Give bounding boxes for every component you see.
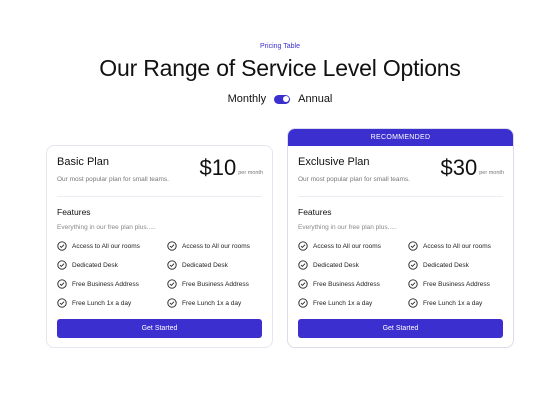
feature-item: Dedicated Desk xyxy=(298,260,408,270)
feature-list: Access to All our rooms Access to All ou… xyxy=(57,241,262,308)
get-started-button[interactable]: Get Started xyxy=(298,319,503,338)
feature-label: Access to All our rooms xyxy=(313,242,381,250)
plan-price: $30 xyxy=(440,155,478,180)
feature-label: Access to All our rooms xyxy=(182,242,250,250)
check-circle-icon xyxy=(57,241,67,251)
page-title: Our Range of Service Level Options xyxy=(99,55,461,81)
billing-toggle: Monthly Annual xyxy=(0,93,560,105)
check-circle-icon xyxy=(298,298,308,308)
check-circle-icon xyxy=(298,279,308,289)
feature-item: Free Business Address xyxy=(57,279,167,289)
feature-label: Access to All our rooms xyxy=(72,242,140,250)
price-period: per month xyxy=(238,170,263,176)
feature-label: Dedicated Desk xyxy=(182,261,228,269)
feature-item: Free Business Address xyxy=(167,279,267,289)
plan-name: Basic Plan xyxy=(57,156,109,168)
check-circle-icon xyxy=(167,260,177,270)
check-circle-icon xyxy=(408,279,418,289)
features-title: Features xyxy=(57,207,91,217)
eyebrow-label: Pricing Table xyxy=(260,43,300,50)
check-circle-icon xyxy=(167,241,177,251)
feature-label: Dedicated Desk xyxy=(423,261,469,269)
plan-card-exclusive: RECOMMENDED Exclusive Plan Our most popu… xyxy=(287,128,514,348)
feature-label: Free Business Address xyxy=(72,280,139,288)
feature-label: Dedicated Desk xyxy=(72,261,118,269)
annual-label[interactable]: Annual xyxy=(298,93,332,105)
check-circle-icon xyxy=(408,260,418,270)
feature-item: Free Lunch 1x a day xyxy=(167,298,267,308)
feature-label: Free Business Address xyxy=(423,280,490,288)
check-circle-icon xyxy=(57,279,67,289)
plan-card-basic: Basic Plan Our most popular plan for sma… xyxy=(46,145,273,348)
feature-item: Free Business Address xyxy=(298,279,408,289)
check-circle-icon xyxy=(57,298,67,308)
price-block: $30 per month xyxy=(441,157,504,179)
check-circle-icon xyxy=(298,241,308,251)
plan-subtitle: Our most popular plan for small teams. xyxy=(57,176,169,183)
plan-price: $10 xyxy=(199,155,237,180)
feature-label: Free Business Address xyxy=(182,280,249,288)
divider xyxy=(57,196,262,197)
feature-label: Free Business Address xyxy=(313,280,380,288)
check-circle-icon xyxy=(298,260,308,270)
feature-item: Access to All our rooms xyxy=(298,241,408,251)
divider xyxy=(298,196,503,197)
price-period: per month xyxy=(479,170,504,176)
feature-label: Dedicated Desk xyxy=(313,261,359,269)
feature-item: Access to All our rooms xyxy=(57,241,167,251)
feature-item: Dedicated Desk xyxy=(167,260,267,270)
feature-item: Free Lunch 1x a day xyxy=(408,298,508,308)
check-circle-icon xyxy=(408,298,418,308)
plan-name: Exclusive Plan xyxy=(298,156,370,168)
features-subtitle: Everything in our free plan plus..... xyxy=(57,224,156,231)
feature-item: Free Business Address xyxy=(408,279,508,289)
feature-item: Access to All our rooms xyxy=(408,241,508,251)
get-started-button[interactable]: Get Started xyxy=(57,319,262,338)
feature-item: Dedicated Desk xyxy=(408,260,508,270)
recommended-badge: RECOMMENDED xyxy=(288,129,513,146)
monthly-label[interactable]: Monthly xyxy=(228,93,267,105)
feature-list: Access to All our rooms Access to All ou… xyxy=(298,241,503,308)
feature-item: Access to All our rooms xyxy=(167,241,267,251)
feature-label: Free Lunch 1x a day xyxy=(423,299,483,307)
plan-subtitle: Our most popular plan for small teams. xyxy=(298,176,410,183)
feature-label: Access to All our rooms xyxy=(423,242,491,250)
feature-item: Free Lunch 1x a day xyxy=(57,298,167,308)
feature-label: Free Lunch 1x a day xyxy=(313,299,373,307)
switch-knob xyxy=(282,96,289,102)
feature-item: Dedicated Desk xyxy=(57,260,167,270)
check-circle-icon xyxy=(57,260,67,270)
check-circle-icon xyxy=(167,298,177,308)
billing-switch[interactable] xyxy=(274,94,291,104)
feature-label: Free Lunch 1x a day xyxy=(72,299,132,307)
price-block: $10 per month xyxy=(200,157,263,179)
features-subtitle: Everything in our free plan plus..... xyxy=(298,224,397,231)
features-title: Features xyxy=(298,207,332,217)
feature-label: Free Lunch 1x a day xyxy=(182,299,242,307)
check-circle-icon xyxy=(167,279,177,289)
check-circle-icon xyxy=(408,241,418,251)
feature-item: Free Lunch 1x a day xyxy=(298,298,408,308)
